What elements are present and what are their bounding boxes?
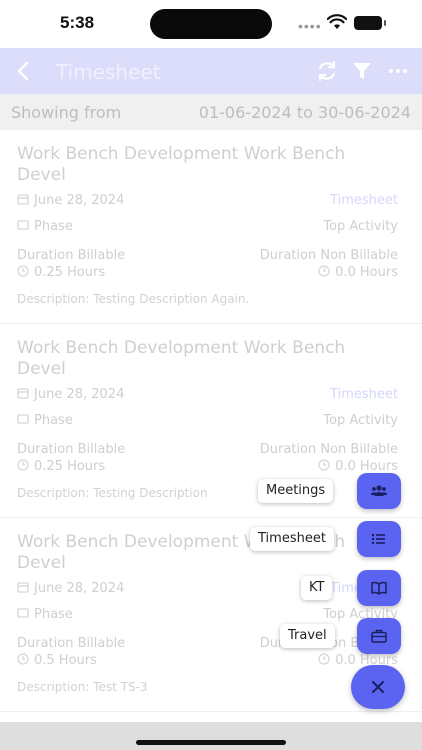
status-bar: 5:38 •••• [0, 0, 422, 48]
entry-description: Description: Testing Description Again. [17, 292, 250, 306]
travel-label[interactable]: Travel [280, 624, 335, 648]
clock-icon [17, 265, 29, 277]
entry-title: Work Bench Development Work Bench Devel [17, 144, 346, 185]
entry-date: June 28, 2024 [34, 581, 125, 596]
nonbillable-label: Duration Non Billable [259, 248, 398, 263]
entry-date: June 28, 2024 [34, 387, 125, 402]
billable-label: Duration Billable [17, 442, 126, 457]
clock-icon [318, 653, 330, 665]
book-icon [371, 581, 387, 595]
billable-value: 0.25 Hours [34, 459, 106, 474]
filter-icon[interactable] [350, 59, 374, 83]
close-speed-dial-button[interactable] [351, 665, 405, 709]
entry-activity: Top Activity [323, 219, 398, 234]
nonbillable-value: 0.0 Hours [335, 265, 398, 280]
billable-value: 0.5 Hours [34, 653, 97, 668]
signal-icon: •••• [298, 18, 322, 34]
tag-icon [17, 414, 29, 424]
travel-button[interactable] [357, 618, 401, 654]
home-indicator[interactable] [136, 740, 286, 745]
briefcase-icon [371, 629, 387, 643]
bottom-bar [0, 722, 422, 750]
entry-phase: Phase [34, 413, 73, 428]
entry-date: June 28, 2024 [34, 193, 125, 208]
app-header: Timesheet [0, 48, 422, 94]
nonbillable-label: Duration Non Billable [259, 442, 398, 457]
meetings-button[interactable] [357, 473, 401, 509]
entry-phase: Phase [34, 607, 73, 622]
more-icon[interactable] [386, 59, 410, 83]
calendar-icon [17, 582, 29, 593]
list-icon [371, 533, 385, 545]
refresh-icon[interactable] [315, 59, 339, 83]
back-arrow-icon[interactable] [10, 57, 38, 85]
tag-icon [17, 608, 29, 618]
entry-title: Work Bench Development Work Bench Devel [17, 338, 346, 379]
timesheet-entry-card[interactable]: Work Bench Development Work Bench Devel … [0, 130, 422, 324]
users-icon [370, 485, 388, 496]
date-range-label: Showing from [11, 103, 122, 122]
calendar-icon [17, 194, 29, 205]
kt-label[interactable]: KT [301, 576, 333, 600]
wifi-icon [327, 14, 347, 29]
entry-description: Description: Testing Description [17, 486, 208, 500]
timesheet-button[interactable] [357, 521, 401, 557]
billable-label: Duration Billable [17, 636, 126, 651]
nonbillable-value: 0.0 Hours [335, 459, 398, 474]
date-range-value[interactable]: 01-06-2024 to 30-06-2024 [199, 103, 411, 122]
clock-icon [318, 265, 330, 277]
close-icon [372, 681, 384, 693]
clock-icon [17, 459, 29, 471]
tag-icon [17, 220, 29, 230]
dynamic-island [150, 9, 272, 39]
status-time: 5:38 [60, 13, 95, 32]
clock-icon [17, 653, 29, 665]
entry-description: Description: Test TS-3 [17, 680, 148, 694]
battery-icon [354, 16, 386, 30]
timesheet-label[interactable]: Timesheet [250, 527, 334, 551]
billable-value: 0.25 Hours [34, 265, 106, 280]
page-title: Timesheet [56, 60, 161, 84]
entry-type-link[interactable]: Timesheet [330, 387, 398, 402]
date-range-bar: Showing from 01-06-2024 to 30-06-2024 [0, 94, 422, 130]
kt-button[interactable] [357, 570, 401, 606]
entry-activity: Top Activity [323, 413, 398, 428]
calendar-icon [17, 388, 29, 399]
billable-label: Duration Billable [17, 248, 126, 263]
entry-type-link[interactable]: Timesheet [330, 193, 398, 208]
meetings-label[interactable]: Meetings [258, 479, 334, 503]
entry-phase: Phase [34, 219, 73, 234]
clock-icon [318, 459, 330, 471]
